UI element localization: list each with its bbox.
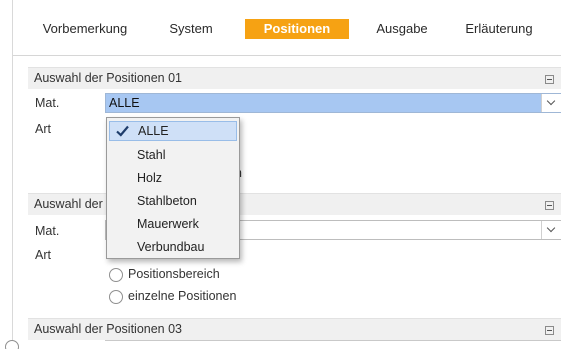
- radio-label: einzelne Positionen: [128, 289, 237, 303]
- next-field-edge: [105, 340, 561, 349]
- dropdown-option-label: Holz: [137, 171, 163, 185]
- mat-combobox[interactable]: ALLE: [105, 93, 561, 113]
- dropdown-option-label: ALLE: [138, 124, 169, 138]
- mat-dropdown-list[interactable]: ALLE Stahl Holz Stahlbeton Mauerwerk Ver…: [106, 117, 240, 259]
- collapse-icon[interactable]: [545, 75, 554, 84]
- tab-system[interactable]: System: [159, 19, 223, 39]
- radio-label: Positionsbereich: [128, 267, 220, 281]
- section-title: Auswahl der: [34, 197, 103, 211]
- dropdown-option-label: Stahl: [137, 148, 166, 162]
- radio-circle[interactable]: [5, 340, 19, 349]
- dropdown-option-holz[interactable]: Holz: [109, 168, 237, 188]
- dropdown-option-label: Verbundbau: [137, 240, 205, 254]
- positionen-panel: Vorbemerkung System Positionen Ausgabe E…: [12, 0, 561, 349]
- section-title: Auswahl der Positionen 01: [34, 71, 183, 85]
- art-label: Art: [35, 248, 51, 262]
- tab-vorbemerkung[interactable]: Vorbemerkung: [33, 19, 137, 39]
- chevron-down-icon[interactable]: [541, 94, 561, 112]
- radio-circle[interactable]: [109, 268, 123, 282]
- tab-ausgabe[interactable]: Ausgabe: [367, 19, 437, 39]
- mat-combobox-value: ALLE: [109, 96, 140, 110]
- section-header-01[interactable]: Auswahl der Positionen 01: [28, 67, 561, 89]
- dropdown-option-stahl[interactable]: Stahl: [109, 145, 237, 165]
- dropdown-option-verbundbau[interactable]: Verbundbau: [109, 237, 237, 257]
- chevron-down-icon[interactable]: [541, 221, 561, 239]
- tab-bar: Vorbemerkung System Positionen Ausgabe E…: [13, 0, 561, 56]
- tab-positionen[interactable]: Positionen: [245, 19, 349, 39]
- section-header-03[interactable]: Auswahl der Positionen 03: [28, 318, 561, 340]
- dropdown-option-stahlbeton[interactable]: Stahlbeton: [109, 191, 237, 211]
- art-label: Art: [35, 122, 51, 136]
- collapse-icon[interactable]: [545, 326, 554, 335]
- checkmark-icon: [116, 125, 129, 137]
- mat-label: Mat.: [35, 96, 60, 110]
- radio-circle[interactable]: [109, 290, 123, 304]
- dropdown-option-label: Mauerwerk: [137, 217, 199, 231]
- collapse-icon[interactable]: [545, 201, 554, 210]
- dropdown-option-mauerwerk[interactable]: Mauerwerk: [109, 214, 237, 234]
- tab-erlaeuterung[interactable]: Erläuterung: [455, 19, 543, 39]
- dropdown-option-label: Stahlbeton: [137, 194, 197, 208]
- mat-label: Mat.: [35, 224, 60, 238]
- section-title: Auswahl der Positionen 03: [34, 322, 183, 336]
- dropdown-option-alle[interactable]: ALLE: [109, 121, 237, 141]
